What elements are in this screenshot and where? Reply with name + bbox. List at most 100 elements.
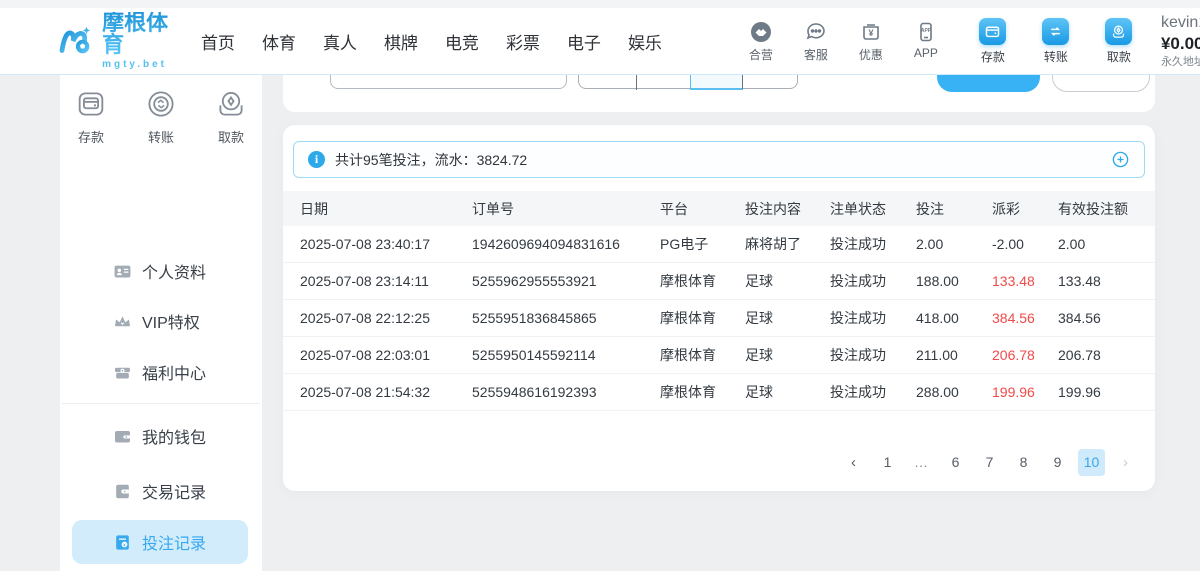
cell-date: 2025-07-08 23:40:17 [300,236,472,252]
sidebar-deposit-shortcut[interactable]: 存款 [67,87,115,146]
promo-button[interactable]: ¥ 优惠 [850,20,892,63]
cell-status: 投注成功 [830,345,916,365]
cell-valid-bet: 206.78 [1058,347,1139,363]
sidebar-divider [62,403,260,404]
pagination-prev[interactable]: ‹ [840,449,867,476]
handshake-icon [749,20,773,44]
reset-button[interactable] [1052,75,1150,92]
pagination-page-8[interactable]: 8 [1010,449,1037,476]
cell-platform: 摩根体育 [660,308,745,328]
table-row: 2025-07-08 22:12:25 5255951836845865 摩根体… [283,300,1155,337]
cell-order-id: 1942609694094831616 [472,236,660,252]
brand-logo[interactable]: 摩根体育 mgty.bet [58,12,175,70]
cell-platform: 摩根体育 [660,271,745,291]
sidebar-item-profile[interactable]: 个人资料 [60,249,262,293]
sidebar-item-wallet[interactable]: 我的钱包 [60,414,262,458]
table-row: 2025-07-08 23:40:17 1942609694094831616 … [283,226,1155,263]
cell-status: 投注成功 [830,234,916,254]
col-payout: 派彩 [992,199,1058,219]
app-download-icon: APP [914,20,938,44]
cell-bet: 188.00 [916,273,992,289]
pagination-page-1[interactable]: 1 [874,449,901,476]
sidebar-item-transactions[interactable]: 交易记录 [60,469,262,513]
cell-valid-bet: 2.00 [1058,236,1139,252]
nav-item-home[interactable]: 首页 [201,29,235,54]
logo-icon [58,18,96,64]
cell-bet: 2.00 [916,236,992,252]
welfare-icon [113,363,132,382]
cell-date: 2025-07-08 23:14:11 [300,273,472,289]
cell-content: 足球 [745,345,830,365]
info-icon: i [308,151,325,168]
nav-item-slots[interactable]: 电子 [567,29,601,54]
profile-icon [113,262,132,281]
cell-valid-bet: 384.56 [1058,310,1139,326]
sidebar-item-welfare[interactable]: 福利中心 [60,350,262,394]
nav-item-entertainment[interactable]: 娱乐 [628,29,662,54]
pagination-next[interactable]: › [1112,449,1139,476]
cell-content: 足球 [745,308,830,328]
pagination-page-6[interactable]: 6 [942,449,969,476]
cell-order-id: 5255962955553921 [472,273,660,289]
pagination-page-9[interactable]: 9 [1044,449,1071,476]
sidebar-item-vip[interactable]: VIP特权 [60,299,262,343]
cell-order-id: 5255950145592114 [472,347,660,363]
date-range-picker[interactable] [578,75,798,89]
cell-order-id: 5255951836845865 [472,310,660,326]
top-navbar: 摩根体育 mgty.bet 首页 体育 真人 棋牌 电竞 彩票 电子 娱乐 合营… [0,8,1200,75]
permanent-address: 永久地址:mgty.bet [1161,56,1200,69]
cell-valid-bet: 199.96 [1058,384,1139,400]
table-body: 2025-07-08 23:40:17 1942609694094831616 … [283,226,1155,411]
nav-item-lottery[interactable]: 彩票 [506,29,540,54]
table-header: 日期 订单号 平台 投注内容 注单状态 投注 派彩 有效投注额 [283,191,1155,226]
col-bet: 投注 [916,199,992,219]
cell-content: 足球 [745,382,830,402]
cell-payout: 384.56 [992,310,1058,326]
nav-item-live[interactable]: 真人 [323,29,357,54]
cell-bet: 418.00 [916,310,992,326]
sidebar-item-bet-records[interactable]: ¥ 投注记录 [72,520,248,564]
transfer-icon [1047,23,1064,40]
summary-bar: i 共计95笔投注，流水：3824.72 [293,141,1145,178]
nav-item-cards[interactable]: 棋牌 [384,29,418,54]
cell-bet: 211.00 [916,347,992,363]
cell-valid-bet: 133.48 [1058,273,1139,289]
app-button[interactable]: APP APP [905,20,947,63]
transactions-icon [113,482,132,501]
withdraw-outline-icon [214,87,248,121]
wallet-actions: 存款 转账 取款 [971,18,1141,65]
pagination-ellipsis[interactable]: … [908,449,935,476]
sidebar-transfer-shortcut[interactable]: 转账 [137,87,185,146]
expand-plus-icon[interactable] [1111,150,1130,169]
page-top-strip [0,0,1200,8]
col-status: 注单状态 [830,199,916,219]
support-button[interactable]: 客服 [795,20,837,63]
brand-domain: mgty.bet [102,60,175,70]
cell-bet: 288.00 [916,384,992,400]
partner-button[interactable]: 合营 [740,20,782,63]
sidebar-withdraw-shortcut[interactable]: 取款 [207,87,255,146]
table-row: 2025-07-08 22:03:01 5255950145592114 摩根体… [283,337,1155,374]
cell-date: 2025-07-08 22:12:25 [300,310,472,326]
username[interactable]: kevin188 [1161,14,1200,32]
cell-status: 投注成功 [830,308,916,328]
nav-item-sports[interactable]: 体育 [262,29,296,54]
main-nav: 首页 体育 真人 棋牌 电竞 彩票 电子 娱乐 [201,29,662,54]
deposit-outline-icon [74,87,108,121]
date-separator [636,75,637,90]
withdraw-button[interactable]: 取款 [1097,18,1141,65]
cell-status: 投注成功 [830,271,916,291]
cell-payout: -2.00 [992,236,1058,252]
table-row: 2025-07-08 21:54:32 5255948616192393 摩根体… [283,374,1155,411]
pagination-page-7[interactable]: 7 [976,449,1003,476]
cell-date: 2025-07-08 22:03:01 [300,347,472,363]
pagination-page-10[interactable]: 10 [1078,449,1105,476]
col-platform: 平台 [660,199,745,219]
date-cell-active[interactable] [690,75,743,90]
cell-platform: 摩根体育 [660,345,745,365]
search-button[interactable] [937,75,1040,92]
filter-select-input[interactable] [330,75,567,89]
nav-item-esports[interactable]: 电竞 [445,29,479,54]
deposit-button[interactable]: 存款 [971,18,1015,65]
transfer-button[interactable]: 转账 [1034,18,1078,65]
